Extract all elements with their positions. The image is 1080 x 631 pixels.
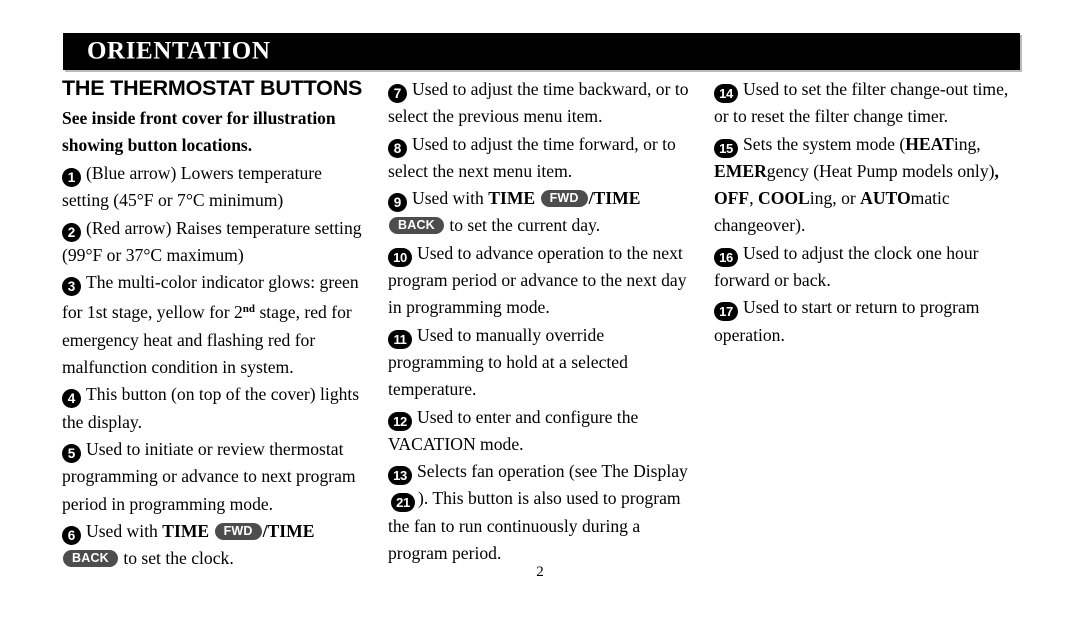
body-text: ). This button is also used to program t… xyxy=(388,488,681,564)
numbered-item: 3 The multi-color indicator glows: green … xyxy=(62,269,372,381)
numbered-item-list-2: 7 Used to adjust the time backward, or to… xyxy=(388,76,700,567)
fwd-button-glyph: FWD xyxy=(214,522,262,540)
emphasis-text: COOL xyxy=(757,188,810,209)
body-text: , xyxy=(749,188,758,209)
item-number-badge: 17 xyxy=(714,302,738,322)
body-text: ing, xyxy=(953,133,981,154)
body-text: This button (on top of the cover) lights… xyxy=(62,384,360,432)
body-text: Used to set the filter change-out time, … xyxy=(714,79,1009,127)
numbered-item: 4 This button (on top of the cover) light… xyxy=(62,381,372,436)
numbered-item: 10 Used to advance operation to the next … xyxy=(388,240,700,322)
item-number-badge: 16 xyxy=(714,247,738,267)
intro-paragraph: See inside front cover for illustration … xyxy=(62,105,372,158)
body-text: Used to adjust the time backward, or to … xyxy=(388,79,689,127)
body-text: gency (Heat Pump models only) xyxy=(766,160,995,181)
emphasis-text: , xyxy=(994,160,999,181)
page-title: ORIENTATION xyxy=(87,36,271,64)
numbered-item: 17 Used to start or return to program ope… xyxy=(714,294,1024,349)
item-number-badge: 14 xyxy=(714,84,738,103)
body-text xyxy=(535,188,539,208)
superscript-text: nd xyxy=(242,303,256,316)
body-text: (Red arrow) Raises temperature setting (… xyxy=(62,217,362,265)
item-number-reference: 21 xyxy=(391,493,415,513)
body-text: (Blue arrow) Lowers temperature setting … xyxy=(62,163,322,211)
numbered-item: 9 Used with TIME FWD/TIME BACK to set the… xyxy=(388,185,700,240)
body-text: Used to adjust the clock one hour forwar… xyxy=(714,242,979,291)
item-number-badge: 13 xyxy=(388,466,412,486)
body-text: Used to advance operation to the next pr… xyxy=(388,242,687,318)
item-number-badge: 4 xyxy=(62,389,81,409)
numbered-item: 15 Sets the system mode (HEATing, EMERgen… xyxy=(714,131,1024,240)
numbered-item: 2 (Red arrow) Raises temperature setting … xyxy=(62,215,372,270)
item-number-badge: 5 xyxy=(62,443,81,463)
item-number-badge: 6 xyxy=(62,525,81,545)
back-button-glyph: BACK xyxy=(389,217,444,235)
numbered-item: 11 Used to manually override programming … xyxy=(388,322,700,404)
intro-line-1: See inside front cover for illustration xyxy=(62,108,336,128)
numbered-item: 5 Used to initiate or review thermostat p… xyxy=(62,436,372,518)
numbered-item: 16 Used to adjust the clock one hour forw… xyxy=(714,240,1024,295)
emphasis-text: TIME xyxy=(488,188,536,209)
numbered-item-list-1: 1 (Blue arrow) Lowers temperature setting… xyxy=(62,160,372,572)
numbered-item: 1 (Blue arrow) Lowers temperature setting… xyxy=(62,160,372,215)
text-column-2: 7 Used to adjust the time backward, or to… xyxy=(388,76,700,567)
numbered-item: 12 Used to enter and configure the VACATI… xyxy=(388,404,700,459)
text-column-3: 14 Used to set the filter change-out time… xyxy=(714,76,1024,349)
numbered-item-list-3: 14 Used to set the filter change-out time… xyxy=(714,76,1024,349)
page-number: 2 xyxy=(536,564,544,580)
fwd-button-glyph: FWD xyxy=(540,190,588,208)
item-number-badge: 7 xyxy=(388,84,407,103)
body-text: to set the current day. xyxy=(444,215,601,236)
item-number-badge: 8 xyxy=(388,138,407,158)
body-text: Used to adjust the time forward, or to s… xyxy=(388,133,676,181)
emphasis-text: TIME xyxy=(162,520,210,541)
body-text: Used to manually override programming to… xyxy=(388,324,628,400)
item-number-badge: 1 xyxy=(62,168,81,187)
item-number-badge: 3 xyxy=(62,277,81,297)
item-number-badge: 10 xyxy=(388,247,412,267)
body-text: Used to initiate or review thermostat pr… xyxy=(62,438,356,514)
numbered-item: 7 Used to adjust the time backward, or to… xyxy=(388,76,700,131)
numbered-item: 8 Used to adjust the time forward, or to … xyxy=(388,131,700,186)
body-text xyxy=(209,521,213,541)
emphasis-text: /TIME xyxy=(262,520,315,541)
emphasis-text: EMER xyxy=(714,160,767,181)
emphasis-text: OFF xyxy=(714,188,750,209)
body-text: Selects fan operation (see The Display xyxy=(417,461,688,482)
item-number-badge: 2 xyxy=(62,222,81,242)
body-text: Used with xyxy=(86,520,163,541)
body-text: Used with xyxy=(412,188,489,209)
emphasis-text: AUTO xyxy=(860,188,911,209)
numbered-item: 13 Selects fan operation (see The Display… xyxy=(388,458,700,567)
item-number-badge: 12 xyxy=(388,411,412,431)
item-number-badge: 9 xyxy=(388,193,407,213)
body-text: ing, or xyxy=(809,188,861,209)
intro-line-2: showing button locations. xyxy=(62,134,253,155)
item-number-badge: 15 xyxy=(714,138,738,158)
section-header-band: ORIENTATION xyxy=(63,33,1020,70)
body-text: Used to enter and configure the VACATION… xyxy=(388,406,639,454)
document-page: ORIENTATION THE THERMOSTAT BUTTONS See i… xyxy=(0,0,1080,631)
item-number-badge: 11 xyxy=(388,329,412,349)
text-column-1: See inside front cover for illustration … xyxy=(62,76,372,572)
body-text: Used to start or return to program opera… xyxy=(714,297,980,345)
emphasis-text: /TIME xyxy=(588,188,641,209)
body-text: Sets the system mode ( xyxy=(743,133,906,154)
emphasis-text: HEAT xyxy=(905,133,954,154)
numbered-item: 14 Used to set the filter change-out time… xyxy=(714,76,1024,131)
